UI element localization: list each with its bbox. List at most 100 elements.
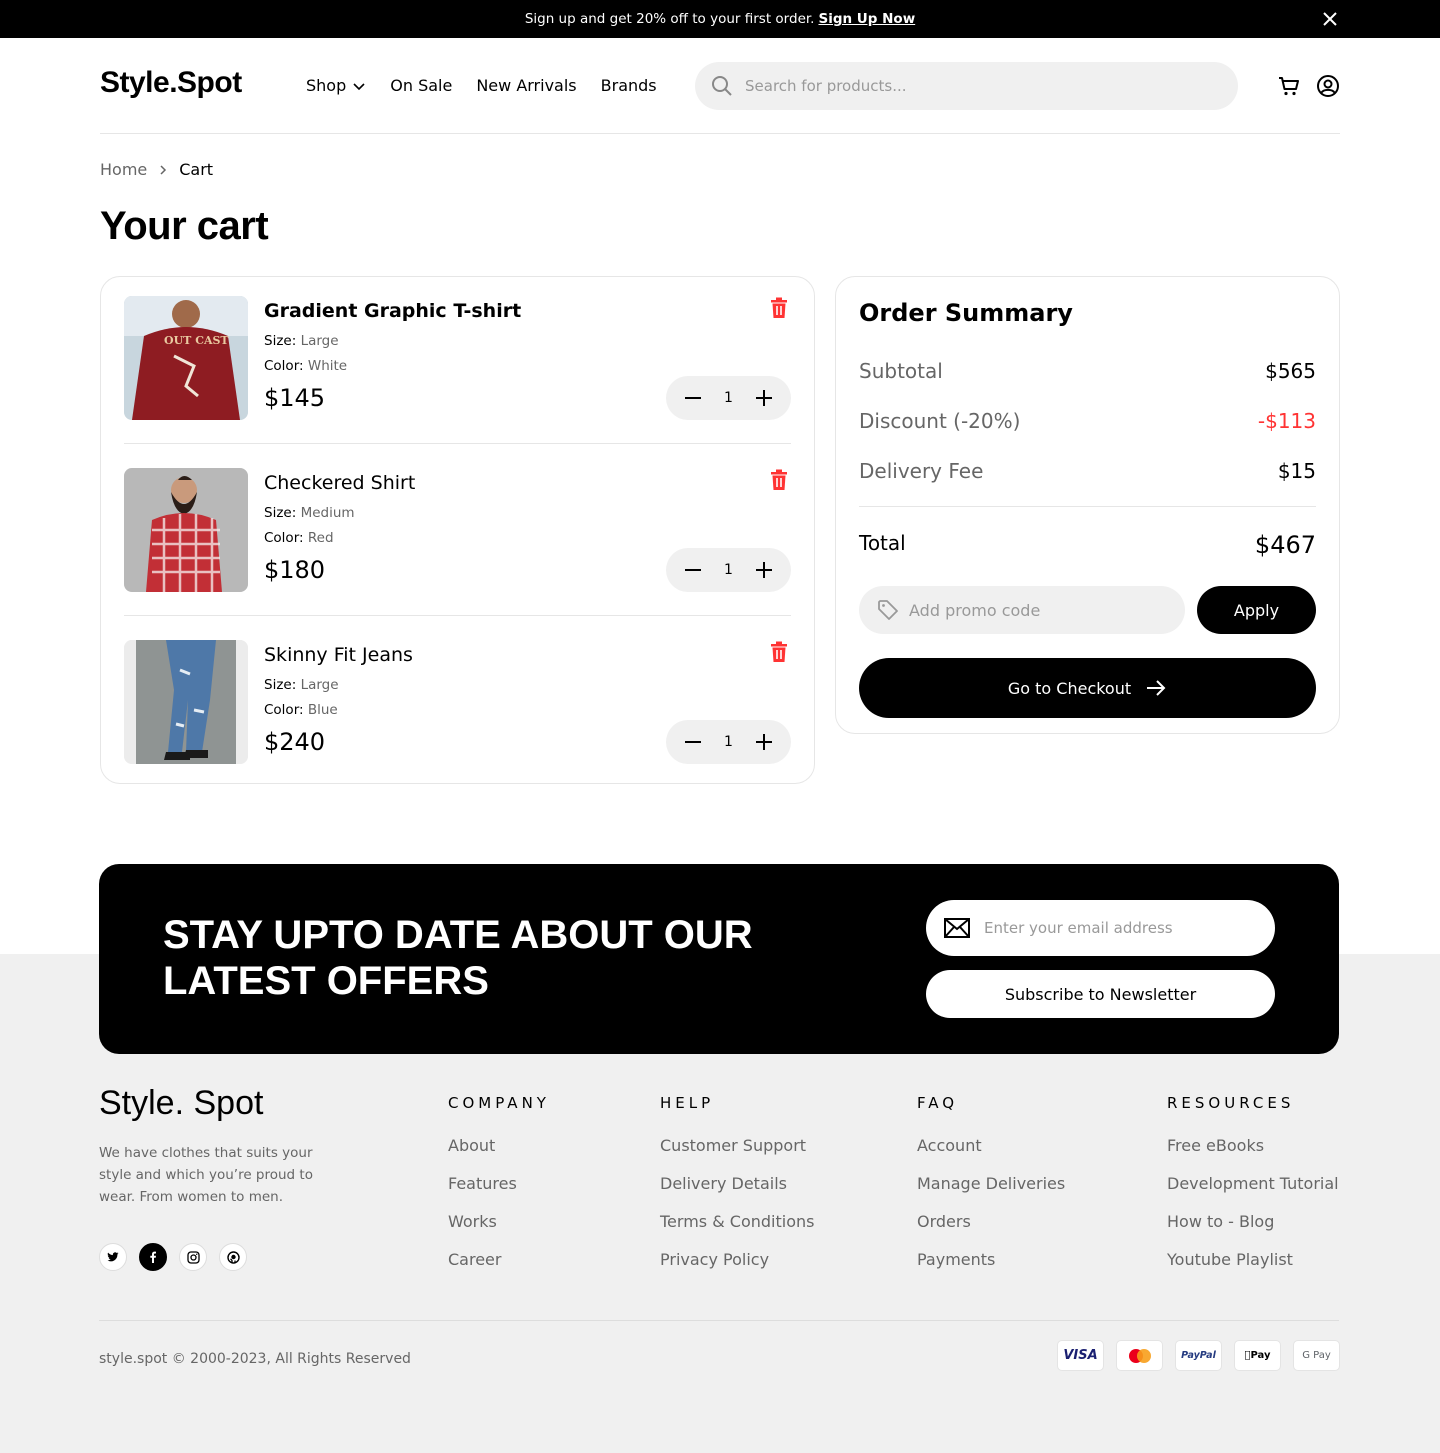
promo-code-input[interactable] bbox=[909, 600, 1185, 620]
product-name[interactable]: Checkered Shirt bbox=[264, 472, 415, 494]
footer-column-title: COMPANY bbox=[448, 1094, 550, 1112]
breadcrumb-current: Cart bbox=[179, 160, 214, 179]
product-size: Size: Medium bbox=[264, 505, 355, 521]
discount-row: Discount (-20%) -$113 bbox=[859, 409, 1316, 433]
footer-link[interactable]: Career bbox=[448, 1250, 550, 1288]
footer-link[interactable]: Orders bbox=[917, 1212, 1065, 1250]
copyright: style.spot © 2000-2023, All Rights Reser… bbox=[99, 1351, 411, 1367]
email-input[interactable] bbox=[984, 919, 1275, 937]
twitter-icon[interactable] bbox=[99, 1243, 127, 1271]
apply-button[interactable]: Apply bbox=[1197, 586, 1316, 634]
trash-icon[interactable] bbox=[767, 468, 791, 492]
footer-link[interactable]: Works bbox=[448, 1212, 550, 1250]
tag-icon bbox=[878, 600, 898, 620]
facebook-icon[interactable] bbox=[139, 1243, 167, 1271]
trash-icon[interactable] bbox=[767, 296, 791, 320]
footer-column-title: HELP bbox=[660, 1094, 715, 1112]
product-color: Color: White bbox=[264, 358, 347, 374]
size-value: Medium bbox=[300, 505, 355, 521]
footer-link[interactable]: Terms & Conditions bbox=[660, 1212, 814, 1250]
product-image-jeans[interactable] bbox=[124, 640, 248, 764]
delivery-row: Delivery Fee $15 bbox=[859, 459, 1316, 483]
email-field bbox=[926, 900, 1275, 956]
checkout-button[interactable]: Go to Checkout bbox=[859, 658, 1316, 718]
mail-icon bbox=[944, 918, 970, 938]
payment-badges: VISA PayPal Pay G Pay bbox=[1057, 1340, 1340, 1371]
trash-icon[interactable] bbox=[767, 640, 791, 664]
account-icon[interactable] bbox=[1316, 74, 1340, 98]
minus-icon[interactable] bbox=[684, 389, 702, 407]
minus-icon[interactable] bbox=[684, 561, 702, 579]
nav-on-sale[interactable]: On Sale bbox=[390, 76, 452, 95]
product-name[interactable]: Skinny Fit Jeans bbox=[264, 644, 413, 666]
nav-shop[interactable]: Shop bbox=[306, 76, 366, 95]
footer-link[interactable]: About bbox=[448, 1136, 550, 1174]
social-links bbox=[99, 1243, 247, 1271]
apple-pay-label: Pay bbox=[1247, 1350, 1270, 1361]
footer-link[interactable]: Payments bbox=[917, 1250, 1065, 1288]
google-pay-label: G Pay bbox=[1302, 1350, 1331, 1361]
product-name[interactable]: Gradient Graphic T-shirt bbox=[264, 300, 521, 322]
github-icon[interactable] bbox=[219, 1243, 247, 1271]
footer-column-help: HELP Customer Support Delivery Details T… bbox=[660, 1094, 814, 1288]
site-logo[interactable]: Style.Spot bbox=[100, 66, 242, 100]
delivery-label: Delivery Fee bbox=[859, 459, 984, 483]
discount-value: -$113 bbox=[1257, 409, 1316, 433]
chevron-right-icon bbox=[160, 164, 167, 175]
footer-column-title: FAQ bbox=[917, 1094, 959, 1112]
paypal-label: PayPal bbox=[1181, 1350, 1216, 1361]
sign-up-link[interactable]: Sign Up Now bbox=[818, 11, 915, 27]
footer-link[interactable]: Privacy Policy bbox=[660, 1250, 814, 1288]
color-value: Blue bbox=[307, 702, 338, 718]
size-label: Size: bbox=[264, 505, 297, 521]
promo-code-field bbox=[859, 586, 1185, 634]
footer-link[interactable]: Account bbox=[917, 1136, 1065, 1174]
footer-link[interactable]: Manage Deliveries bbox=[917, 1174, 1065, 1212]
mastercard-icon bbox=[1116, 1340, 1163, 1371]
size-label: Size: bbox=[264, 677, 297, 693]
visa-label: VISA bbox=[1063, 1348, 1098, 1363]
footer-logo[interactable]: Style. Spot bbox=[99, 1084, 263, 1123]
footer-link[interactable]: How to - Blog bbox=[1167, 1212, 1339, 1250]
color-label: Color: bbox=[264, 702, 304, 718]
svg-text:OUT CAST: OUT CAST bbox=[164, 334, 229, 347]
nav-brands[interactable]: Brands bbox=[601, 76, 657, 95]
minus-icon[interactable] bbox=[684, 733, 702, 751]
footer-link[interactable]: Development Tutorial bbox=[1167, 1174, 1339, 1212]
search-input[interactable] bbox=[745, 77, 1238, 95]
product-size: Size: Large bbox=[264, 333, 339, 349]
size-label: Size: bbox=[264, 333, 297, 349]
total-row: Total $467 bbox=[859, 531, 1316, 559]
plus-icon[interactable] bbox=[755, 733, 773, 751]
nav-new-arrivals[interactable]: New Arrivals bbox=[476, 76, 576, 95]
main-nav: Shop On Sale New Arrivals Brands bbox=[306, 76, 657, 95]
color-label: Color: bbox=[264, 530, 304, 546]
footer-link[interactable]: Free eBooks bbox=[1167, 1136, 1339, 1174]
product-image-shirt[interactable] bbox=[124, 468, 248, 592]
footer-link[interactable]: Customer Support bbox=[660, 1136, 814, 1174]
google-pay-icon: G Pay bbox=[1293, 1340, 1340, 1371]
discount-label: Discount (-20%) bbox=[859, 409, 1021, 433]
plus-icon[interactable] bbox=[755, 561, 773, 579]
subtotal-row: Subtotal $565 bbox=[859, 359, 1316, 383]
quantity-stepper: 1 bbox=[666, 548, 791, 592]
order-summary: Order Summary Subtotal $565 Discount (-20… bbox=[835, 276, 1340, 734]
footer-link[interactable]: Delivery Details bbox=[660, 1174, 814, 1212]
plus-icon[interactable] bbox=[755, 389, 773, 407]
promo-text: Sign up and get 20% off to your first or… bbox=[524, 11, 815, 27]
product-price: $180 bbox=[264, 556, 326, 584]
cart-item: OUT CAST Gradient Graphic T-shirt Size: … bbox=[124, 296, 791, 444]
subscribe-button[interactable]: Subscribe to Newsletter bbox=[926, 970, 1275, 1018]
breadcrumb: Home Cart bbox=[100, 160, 213, 179]
product-image-tshirt[interactable]: OUT CAST bbox=[124, 296, 248, 420]
breadcrumb-home[interactable]: Home bbox=[100, 160, 147, 179]
close-icon[interactable] bbox=[1320, 9, 1340, 29]
footer-link[interactable]: Features bbox=[448, 1174, 550, 1212]
product-size: Size: Large bbox=[264, 677, 339, 693]
quantity-value: 1 bbox=[724, 562, 733, 578]
footer-column-faq: FAQ Account Manage Deliveries Orders Pay… bbox=[917, 1094, 1065, 1288]
footer-link[interactable]: Youtube Playlist bbox=[1167, 1250, 1339, 1288]
instagram-icon[interactable] bbox=[179, 1243, 207, 1271]
cart-icon[interactable] bbox=[1277, 74, 1301, 98]
cart-item: Checkered Shirt Size: Medium Color: Red … bbox=[124, 468, 791, 616]
